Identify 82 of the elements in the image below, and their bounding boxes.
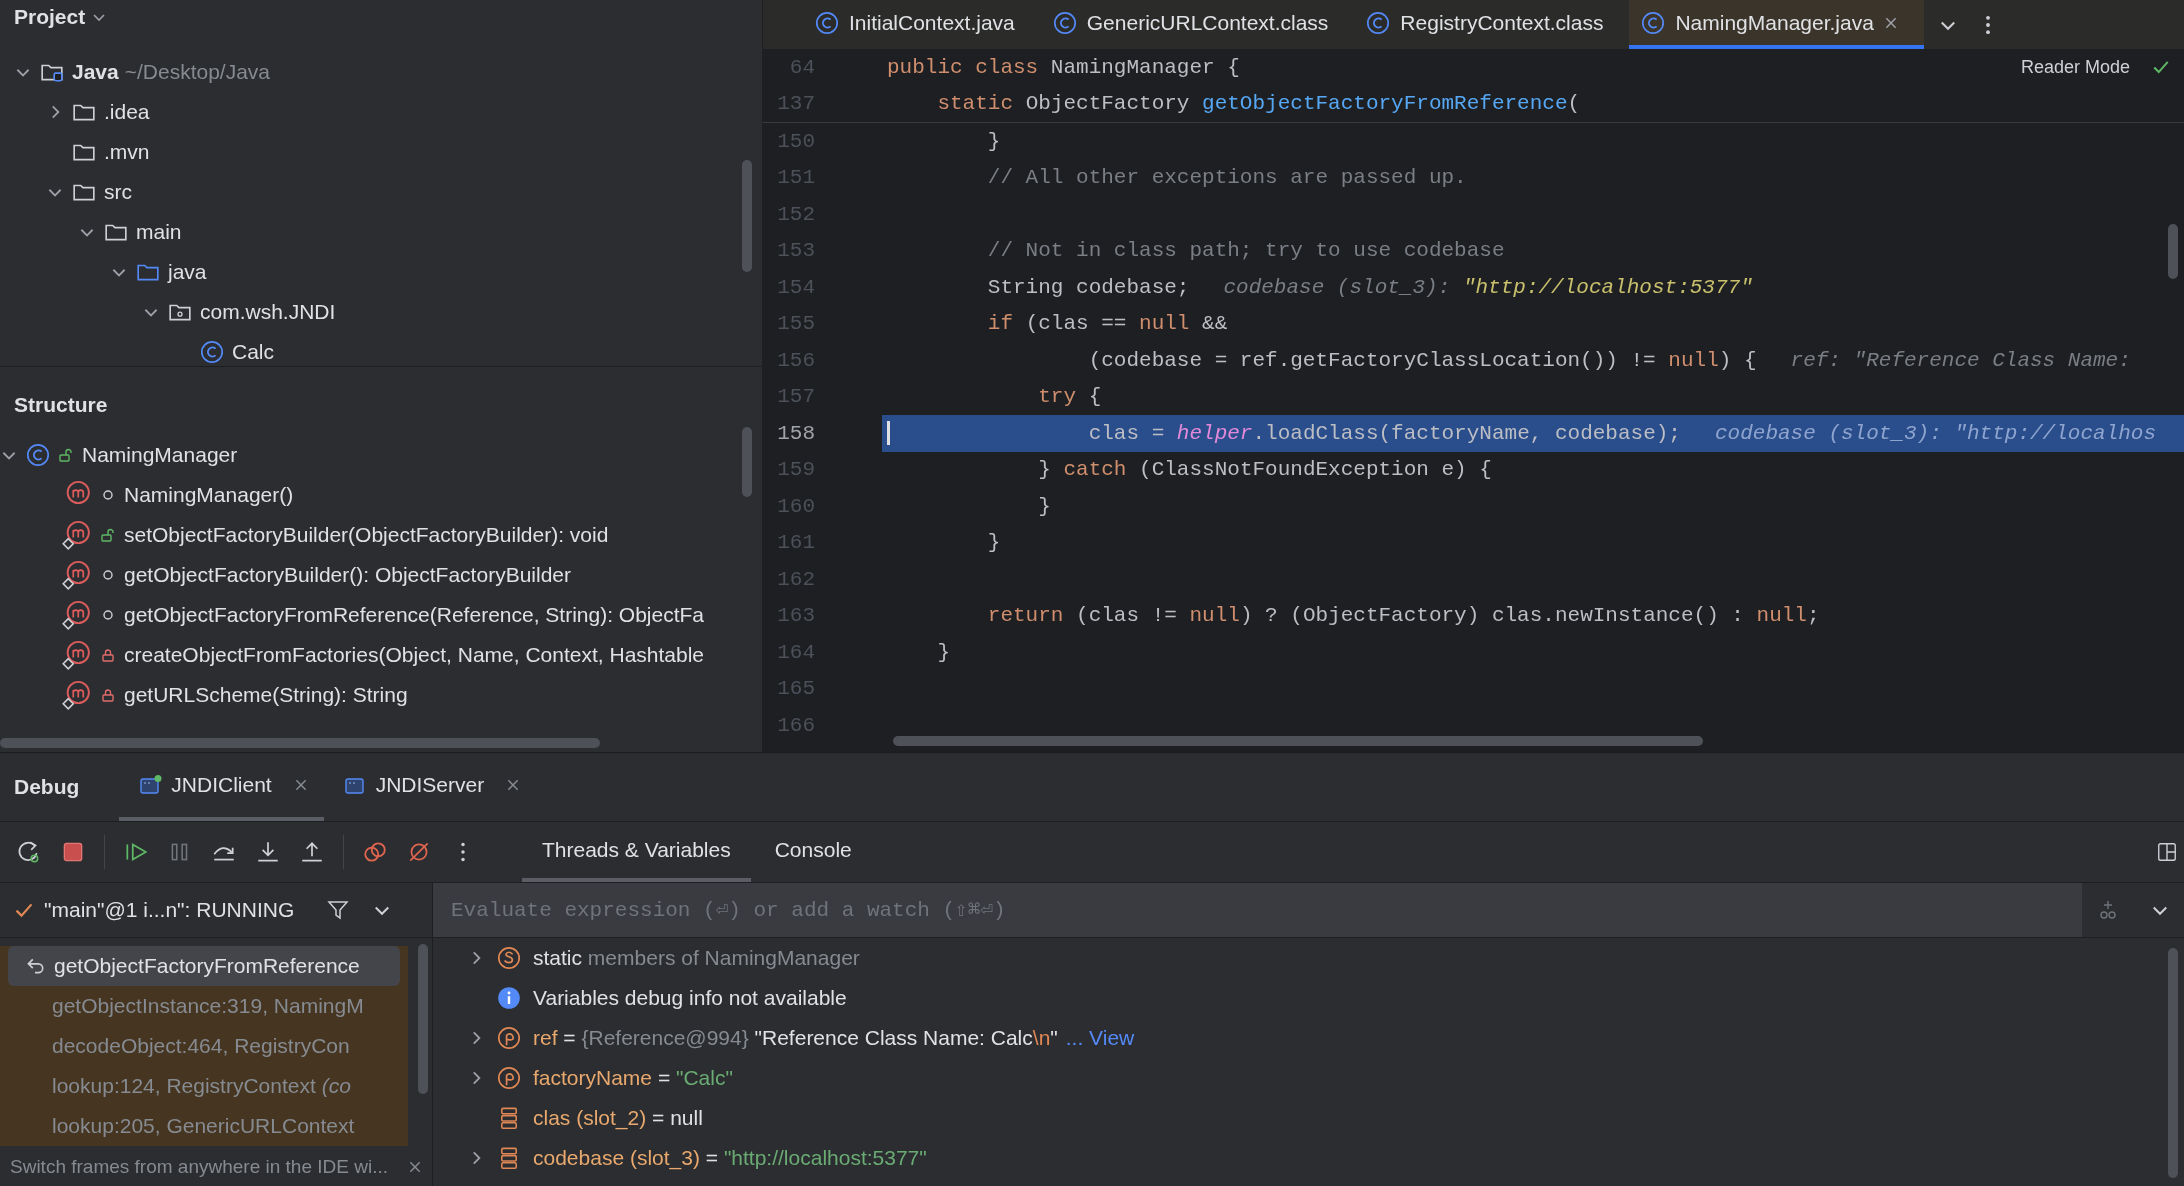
structure-item[interactable]: NamingManager xyxy=(82,443,238,467)
class-icon xyxy=(1052,10,1077,35)
inline-debug-value: codebase (slot_3): "http://localhost:5377" xyxy=(1223,275,1753,299)
view-link[interactable]: ... View xyxy=(1065,1026,1135,1050)
structure-item[interactable]: getObjectFactoryFromReference(Reference, String): ObjectFa xyxy=(124,603,705,627)
view-tab[interactable]: Console xyxy=(754,822,872,882)
variable-value[interactable]: factoryName = "Calc" xyxy=(533,1066,733,1090)
code-line: return (clas != null) ? (ObjectFactory) clas.newInstance() : null; xyxy=(986,604,1820,628)
close-icon[interactable] xyxy=(1883,15,1898,30)
variable-value[interactable]: codebase (slot_3) = "http://localhost:5377" xyxy=(533,1146,927,1170)
static-icon xyxy=(497,946,521,970)
code-line: } xyxy=(986,531,1001,555)
inline-debug-value: codebase (slot_3): "http://localhos xyxy=(1714,421,2157,445)
step-into-icon[interactable] xyxy=(255,839,281,865)
tree-item[interactable]: Java xyxy=(72,60,119,84)
code-line: clas = helper.loadClass(factoryName, codebase); xyxy=(1087,421,1681,445)
code-line: public class NamingManager { xyxy=(886,55,1240,79)
info-icon xyxy=(497,986,521,1010)
tree-item[interactable]: java xyxy=(168,260,207,284)
panel-title: Debug xyxy=(14,775,80,799)
scrollbar[interactable] xyxy=(893,736,1703,746)
tree-item[interactable]: main xyxy=(136,220,182,244)
project-path: ~/Desktop/Java xyxy=(124,60,271,84)
code-line: } xyxy=(1037,494,1051,518)
editor-tab[interactable]: RegistryContext.class xyxy=(1354,0,1630,49)
hint-text: Switch frames from anywhere in the IDE wi... xyxy=(10,1156,388,1178)
reader-mode-link[interactable]: Reader Mode xyxy=(2020,56,2130,78)
code-line: // Not in class path; try to use codebase xyxy=(986,239,1505,263)
code-line: } catch (ClassNotFoundException e) { xyxy=(1037,458,1492,482)
panel-title: Structure xyxy=(14,393,108,417)
structure-item[interactable]: getURLScheme(String): String xyxy=(124,683,408,707)
tree-item[interactable]: src xyxy=(104,180,132,204)
panel-title[interactable]: Project xyxy=(14,5,86,29)
editor-tab[interactable]: NamingManager.java xyxy=(1629,0,1924,49)
editor-tab[interactable]: GenericURLContext.class xyxy=(1040,0,1355,49)
structure-item[interactable]: getObjectFactoryBuilder(): ObjectFactoryBuilder xyxy=(124,563,571,587)
layout-icon[interactable] xyxy=(2156,841,2178,863)
tree-item[interactable]: .mvn xyxy=(104,140,150,164)
stack-frame[interactable]: getObjectFactoryFromReference xyxy=(8,946,400,986)
structure-item[interactable]: setObjectFactoryBuilder(ObjectFactoryBuilder): void xyxy=(124,523,609,547)
class-icon xyxy=(200,340,224,364)
debug-session-tab[interactable]: JNDIClient xyxy=(119,753,324,821)
code-line: } xyxy=(986,129,1001,153)
scrollbar[interactable] xyxy=(2168,948,2178,1178)
parameter-icon xyxy=(497,1026,521,1050)
tree-item[interactable]: .idea xyxy=(104,100,150,124)
variable-value[interactable]: static members of NamingManager xyxy=(533,946,860,970)
scrollbar[interactable] xyxy=(0,738,600,748)
tree-item[interactable]: Calc xyxy=(232,340,274,364)
class-icon xyxy=(1641,10,1666,35)
code-line: // All other exceptions are passed up. xyxy=(986,166,1467,190)
scrollbar[interactable] xyxy=(418,944,428,1094)
evaluate-field[interactable]: Evaluate expression (⏎) or add a watch (⇧⌘⏎) xyxy=(433,883,2082,937)
close-icon[interactable] xyxy=(293,778,308,792)
debug-session-tab[interactable]: JNDIServer xyxy=(323,753,537,821)
scrollbar[interactable] xyxy=(742,160,752,272)
scrollbar[interactable] xyxy=(2168,224,2178,279)
structure-item[interactable]: NamingManager() xyxy=(124,483,294,507)
tree-item[interactable]: com.wsh.JNDI xyxy=(200,300,336,324)
code-line: static ObjectFactory getObjectFactoryFromReference( xyxy=(936,92,1581,116)
inline-debug-value: ref: "Reference Class Name: xyxy=(1790,348,2131,372)
filter-icon[interactable] xyxy=(326,898,351,922)
variable-value[interactable]: clas (slot_2) = null xyxy=(533,1106,703,1130)
editor-tab[interactable]: InitialContext.java xyxy=(803,0,1041,49)
class-icon xyxy=(815,10,839,35)
code-line: (codebase = ref.getFactoryClassLocation()) != null) { xyxy=(1087,348,1757,372)
code-line: try { xyxy=(1037,385,1102,409)
close-icon[interactable] xyxy=(506,778,521,792)
scrollbar[interactable] xyxy=(742,427,752,497)
class-icon xyxy=(1366,10,1391,35)
variable-value[interactable]: ref = {Reference@994} "Reference Class Name: Calc\n" xyxy=(533,1026,1058,1050)
code-line: } xyxy=(936,640,950,664)
parameter-icon xyxy=(497,1066,521,1090)
code-line: String codebase; xyxy=(986,275,1190,299)
close-icon[interactable] xyxy=(408,1160,422,1174)
class-icon xyxy=(26,443,50,467)
line-number: 158 xyxy=(763,415,882,452)
thread-selector[interactable]: "main"@1 i...n": RUNNING xyxy=(44,898,295,922)
code-line: if (clas == null && xyxy=(986,312,1228,336)
structure-item[interactable]: createObjectFromFactories(Object, Name, Context, Hashtable xyxy=(124,643,705,667)
variable-value[interactable]: Variables debug info not available xyxy=(533,986,847,1010)
breakpoints-icon[interactable] xyxy=(362,839,388,865)
